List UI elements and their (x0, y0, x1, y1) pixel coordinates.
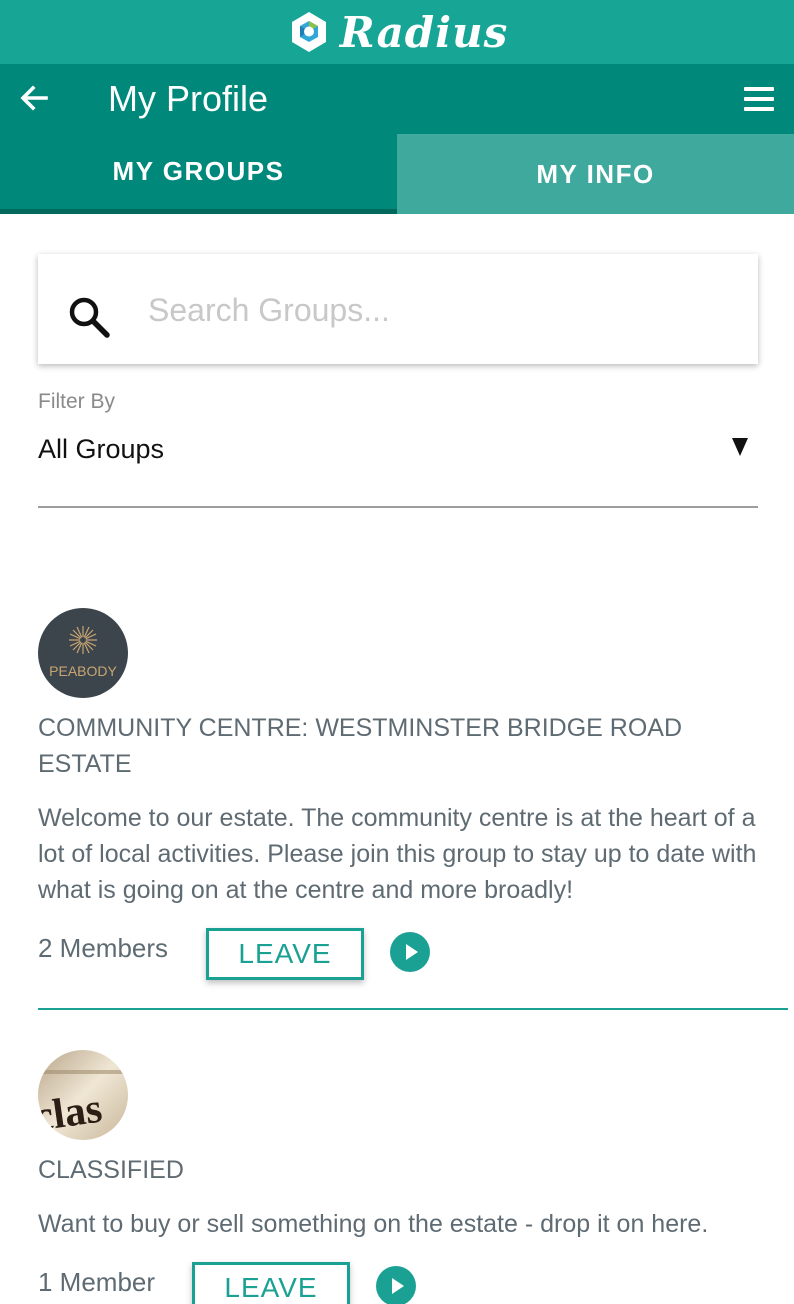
avatar-text: clas (38, 1086, 105, 1140)
filter-dropdown[interactable]: All Groups (38, 428, 758, 508)
member-count: 1 Member (38, 1267, 156, 1297)
filter-label: Filter By (38, 390, 116, 413)
group-title: CLASSIFIED (38, 1156, 184, 1184)
avatar-text: PEABODY (49, 663, 117, 679)
leave-button[interactable]: LEAVE (192, 1262, 350, 1304)
brand-bar: Radius (0, 0, 794, 64)
dropdown-arrow-icon (732, 438, 748, 456)
group-description: Welcome to our estate. The community cen… (38, 804, 757, 904)
app-header: My Profile (0, 64, 794, 134)
tab-my-info[interactable]: MY INFO (397, 134, 794, 214)
search-card (38, 254, 758, 364)
group-divider (38, 1008, 788, 1010)
menu-line (744, 87, 774, 91)
group-avatar: PEABODY (38, 608, 128, 698)
search-icon (69, 297, 110, 338)
group-card: clas CLASSIFIED Want to buy or sell some… (38, 1050, 788, 1304)
play-arrow-icon (406, 944, 418, 960)
menu-line (744, 107, 774, 111)
brand-name: Radius (339, 7, 509, 57)
group-title: COMMUNITY CENTRE: WESTMINSTER BRIDGE ROA… (38, 714, 683, 778)
open-group-button[interactable] (390, 932, 430, 972)
play-arrow-icon (392, 1278, 404, 1294)
open-group-button[interactable] (376, 1266, 416, 1304)
group-description: Want to buy or sell something on the est… (38, 1210, 709, 1238)
group-avatar: clas (38, 1050, 128, 1140)
back-button[interactable] (16, 80, 52, 116)
hexagon-logo-icon (291, 12, 326, 52)
member-count: 2 Members (38, 933, 169, 963)
profile-tabs: MY GROUPS MY INFO (0, 134, 794, 214)
hamburger-menu-icon[interactable] (744, 82, 782, 116)
search-input[interactable] (148, 284, 738, 336)
group-card: PEABODY COMMUNITY CENTRE: WESTMINSTER BR… (38, 608, 788, 998)
arrow-left-icon (20, 85, 48, 111)
leave-button[interactable]: LEAVE (206, 928, 364, 980)
filter-selected-value: All Groups (38, 434, 165, 464)
menu-line (744, 97, 774, 101)
app-screen: Radius My Profile MY GROUPS MY INFO Filt… (0, 0, 794, 1304)
tab-my-groups[interactable]: MY GROUPS (0, 134, 397, 214)
page-title: My Profile (108, 78, 269, 119)
